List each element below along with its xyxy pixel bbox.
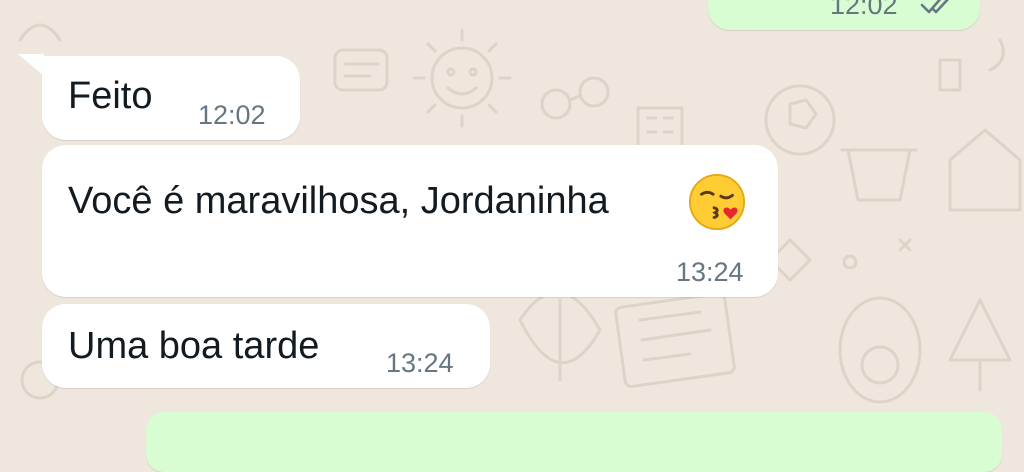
read-receipt-double-check-icon — [920, 0, 949, 14]
message-time: 13:24 — [386, 348, 454, 378]
face-blowing-a-kiss-emoji-icon — [688, 173, 746, 231]
message-time: 13:24 — [676, 257, 744, 287]
message-text: Você é maravilhosa, Jordaninha — [68, 180, 609, 222]
message-bubble-outgoing[interactable]: 12:02 — [708, 0, 980, 30]
message-bubble-incoming[interactable]: Você é maravilhosa, Jordaninha 13:24 — [42, 145, 778, 297]
message-text: Feito — [68, 75, 153, 117]
message-text: Uma boa tarde — [68, 325, 320, 367]
message-bubble-incoming[interactable]: Uma boa tarde 13:24 — [42, 304, 490, 388]
bubble-tail — [18, 54, 44, 76]
message-time: 12:02 — [830, 0, 898, 20]
message-bubble-incoming[interactable]: Feito 12:02 — [42, 56, 300, 140]
message-time: 12:02 — [198, 100, 266, 130]
message-bubble-outgoing[interactable] — [146, 412, 1002, 472]
